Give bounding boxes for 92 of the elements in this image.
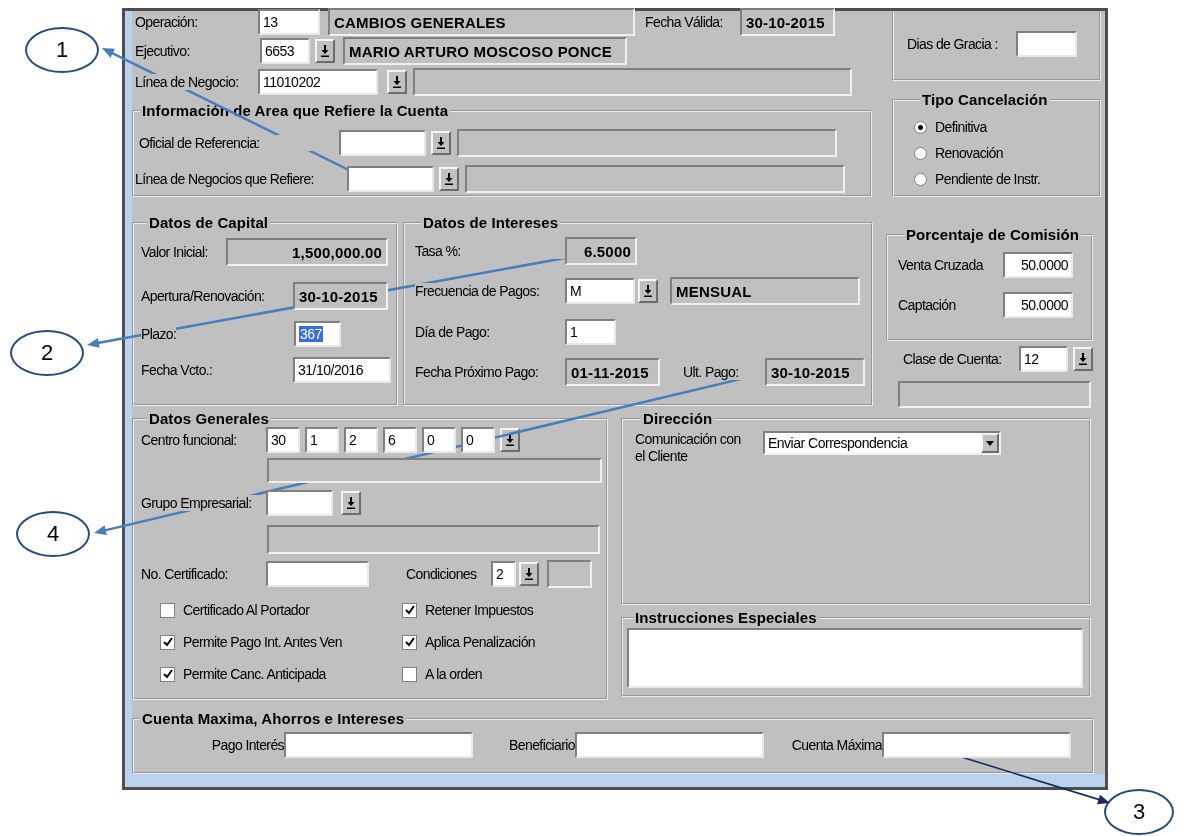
- display-field: 30-10-2015: [293, 282, 388, 310]
- field-label: Plazo:: [141, 326, 177, 342]
- lookup-button[interactable]: [638, 279, 658, 303]
- field-label: Tasa %:: [415, 243, 565, 259]
- down-arrow-icon: [524, 568, 534, 580]
- callout-marker: 3: [1104, 789, 1174, 835]
- checkbox-label: Certificado Al Portador: [183, 602, 310, 618]
- input-field[interactable]: 367: [294, 321, 341, 347]
- input-field[interactable]: [347, 166, 434, 192]
- down-arrow-icon: [505, 434, 515, 446]
- radio-button[interactable]: [914, 146, 927, 160]
- input-field[interactable]: [1016, 31, 1077, 57]
- field-label: Ult. Pago:: [683, 364, 765, 380]
- checkbox-label: Permite Canc. Anticipada: [183, 666, 326, 682]
- input-field[interactable]: 50.0000: [1003, 292, 1073, 318]
- group-title: Datos de Capital: [148, 214, 270, 231]
- input-field[interactable]: [339, 130, 426, 156]
- input-field[interactable]: [266, 561, 369, 587]
- checkbox[interactable]: [160, 634, 175, 650]
- down-arrow-icon: [346, 497, 356, 509]
- input-field[interactable]: 1: [565, 319, 616, 345]
- display-field: MENSUAL: [670, 277, 860, 305]
- input-field[interactable]: 31/10/2016: [293, 357, 391, 383]
- group-title: Tipo Cancelación: [921, 91, 1049, 108]
- input-field[interactable]: M: [565, 278, 635, 304]
- callout-marker: 4: [16, 511, 90, 557]
- lookup-button[interactable]: [1073, 347, 1093, 371]
- checkbox[interactable]: [160, 602, 175, 618]
- lookup-button[interactable]: [519, 562, 539, 586]
- group-title: Instrucciones Especiales: [634, 609, 818, 626]
- radio-button[interactable]: [914, 172, 927, 186]
- lookup-button[interactable]: [431, 131, 451, 155]
- display-field: 1,500,000.00: [226, 238, 388, 266]
- checkbox-label: Retener Impuestos: [425, 602, 534, 618]
- display-field: MARIO ARTURO MOSCOSO PONCE: [343, 37, 627, 65]
- option-label: Pendiente de Instr.: [935, 171, 1041, 187]
- callout-marker: 1: [25, 27, 99, 73]
- checkbox-label: A la orden: [425, 666, 483, 682]
- lookup-button[interactable]: [315, 39, 335, 63]
- checkbox-label: Permite Pago Int. Antes Ven: [183, 634, 342, 650]
- display-field: CAMBIOS GENERALES: [328, 8, 635, 36]
- group-title: Cuenta Maxima, Ahorros e Intereses: [141, 710, 406, 727]
- checkmark-icon: [162, 669, 173, 679]
- input-field[interactable]: 13: [258, 9, 320, 35]
- checkmark-icon: [404, 637, 415, 647]
- callout-marker: 2: [10, 330, 84, 376]
- option-label: Renovación: [935, 145, 1003, 161]
- group-title: Dirección: [642, 410, 714, 427]
- display-field: 30-10-2015: [765, 358, 865, 386]
- display-field: [547, 560, 592, 588]
- input-field[interactable]: 6653: [260, 38, 310, 64]
- input-field[interactable]: [284, 732, 473, 758]
- text-area[interactable]: [627, 628, 1083, 688]
- caret-icon: [986, 440, 994, 446]
- down-arrow-icon: [320, 45, 330, 57]
- checkbox-label: Aplica Penalización: [425, 634, 535, 650]
- input-field[interactable]: [882, 732, 1071, 758]
- group-title: Datos Generales: [148, 410, 270, 427]
- display-field: 30-10-2015: [740, 8, 835, 36]
- option-label: Definitiva: [935, 119, 987, 135]
- display-field: 01-11-2015: [565, 358, 660, 386]
- input-field[interactable]: 2: [344, 427, 378, 453]
- checkmark-icon: [162, 637, 173, 647]
- input-field[interactable]: 0: [461, 427, 495, 453]
- down-arrow-icon: [444, 173, 454, 185]
- lookup-button[interactable]: [341, 491, 361, 515]
- input-field[interactable]: 11010202: [258, 69, 378, 95]
- input-field[interactable]: 1: [305, 427, 339, 453]
- dropdown[interactable]: Enviar Correspondencia: [763, 431, 1001, 455]
- checkbox[interactable]: [402, 634, 417, 650]
- radio-button[interactable]: [914, 120, 927, 134]
- input-field[interactable]: 2: [491, 561, 516, 587]
- down-arrow-icon: [1078, 353, 1088, 365]
- checkbox[interactable]: [402, 666, 417, 682]
- input-field[interactable]: [266, 490, 333, 516]
- group-title: Datos de Intereses: [422, 214, 560, 231]
- group-title: Porcentaje de Comisión: [905, 226, 1081, 243]
- input-field[interactable]: 30: [266, 427, 300, 453]
- checkbox[interactable]: [402, 602, 417, 618]
- display-field: 6.5000: [565, 237, 637, 265]
- input-field[interactable]: [575, 732, 764, 758]
- input-field[interactable]: 6: [383, 427, 417, 453]
- checkmark-icon: [404, 605, 415, 615]
- input-field[interactable]: 0: [422, 427, 456, 453]
- down-arrow-icon: [643, 285, 653, 297]
- input-field[interactable]: 50.0000: [1003, 252, 1073, 278]
- lookup-button[interactable]: [439, 167, 459, 191]
- checkbox[interactable]: [160, 666, 175, 682]
- down-arrow-icon: [436, 137, 446, 149]
- down-arrow-icon: [392, 76, 402, 88]
- input-field[interactable]: 12: [1019, 346, 1068, 372]
- lookup-button[interactable]: [387, 70, 407, 94]
